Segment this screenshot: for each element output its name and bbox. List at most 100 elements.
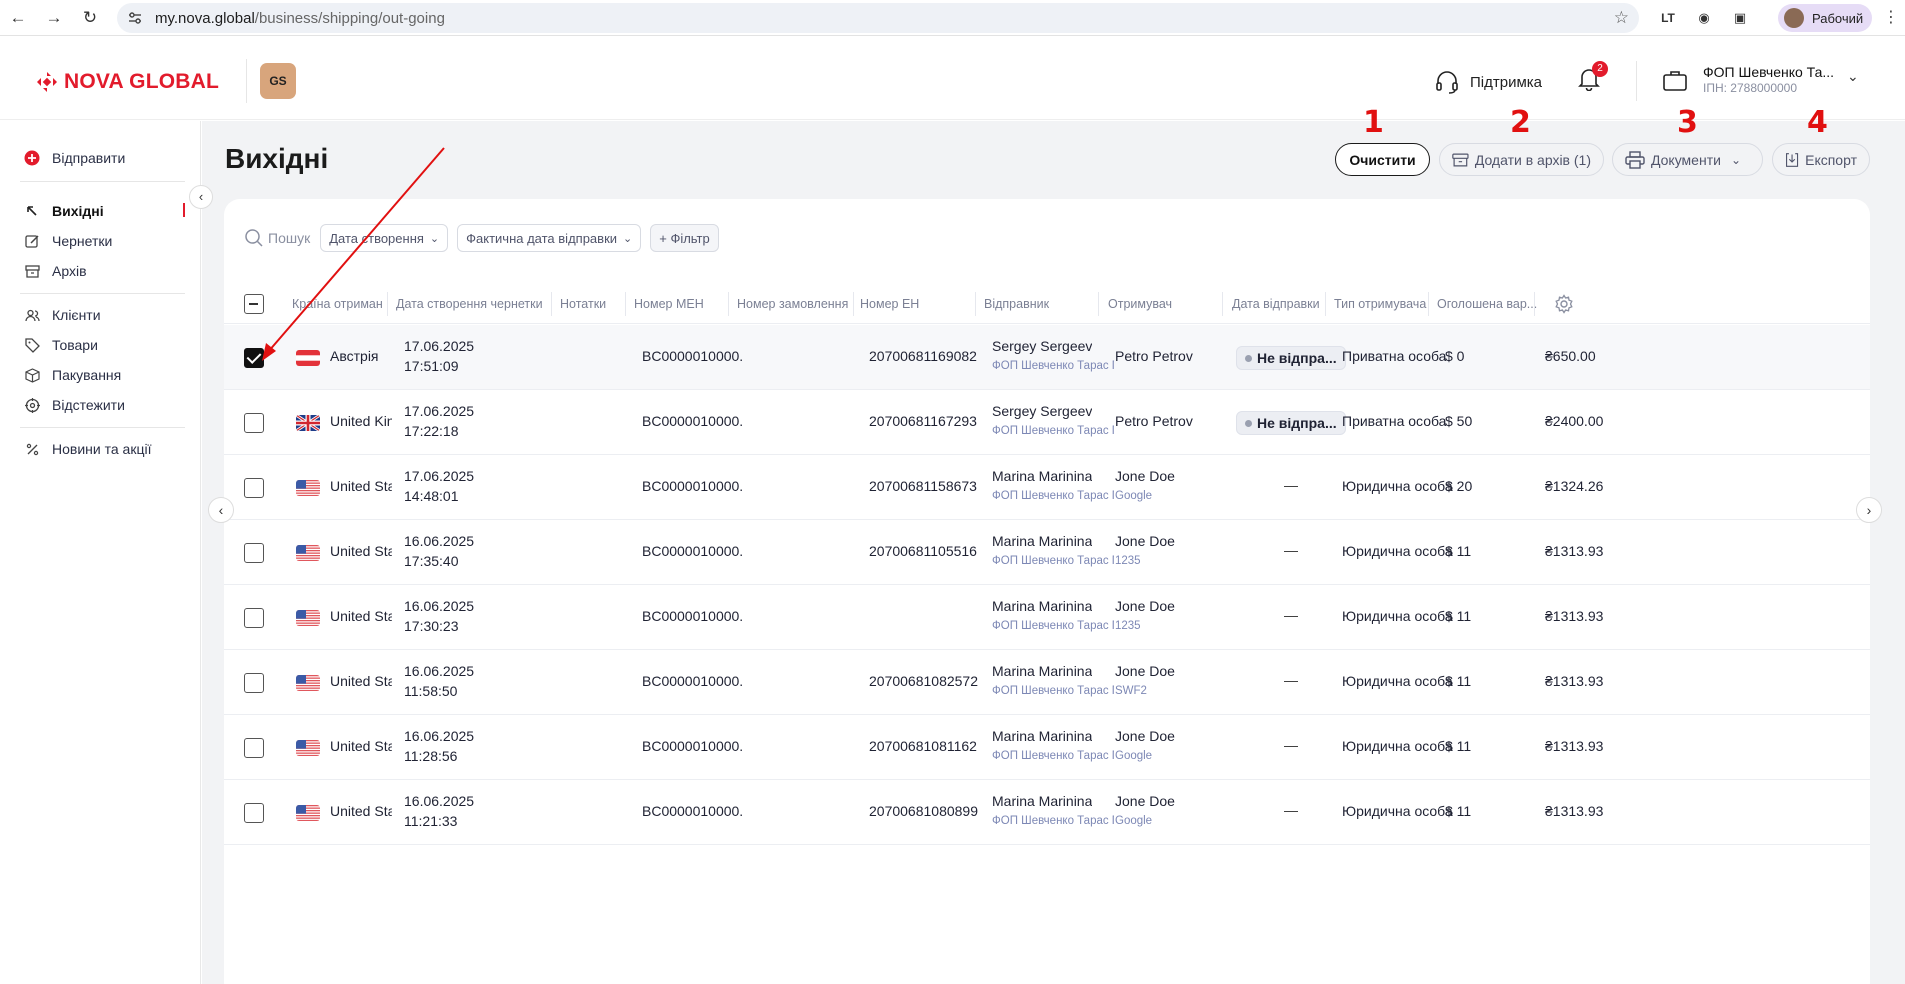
- sender-company-cell: ФОП Шевченко Тарас Г...: [992, 555, 1114, 567]
- site-settings-icon[interactable]: [127, 10, 143, 26]
- column-header[interactable]: Тип отримувача: [1334, 284, 1430, 324]
- browser-toolbar: ← → ↻ my.nova.global/business/shipping/o…: [0, 0, 1905, 36]
- table-row[interactable]: United Stat... 16.06.2025 11:28:56 BC000001…: [224, 715, 1870, 780]
- column-header[interactable]: Номер МЕН: [634, 284, 724, 324]
- column-header[interactable]: Нотатки: [560, 284, 620, 324]
- amount-cell: ₴1313.93: [1545, 673, 1604, 689]
- chevron-down-icon[interactable]: ⌄: [1847, 68, 1859, 85]
- clear-button[interactable]: Очистити: [1335, 143, 1430, 176]
- flag-us-icon: [296, 740, 320, 756]
- add-filter-button[interactable]: + Фільтр: [650, 224, 719, 252]
- en-number-cell[interactable]: 20700681080899: [869, 803, 978, 819]
- shipments-table-card: Пошук Дата створення ⌄ Фактична дата відп…: [224, 199, 1870, 984]
- sidebar-item-goods[interactable]: Товари: [24, 335, 98, 355]
- row-checkbox[interactable]: [244, 348, 264, 368]
- tag-icon: [24, 337, 40, 353]
- en-number-cell[interactable]: 20700681105516: [869, 543, 977, 559]
- en-number-cell[interactable]: 20700681081162: [869, 738, 977, 754]
- column-header[interactable]: Номер замовлення: [737, 284, 849, 324]
- star-icon[interactable]: ☆: [1614, 8, 1629, 28]
- export-button[interactable]: Експорт: [1772, 143, 1870, 176]
- column-header[interactable]: Країна отримання: [292, 284, 382, 324]
- camera-icon[interactable]: ◉: [1694, 8, 1714, 28]
- column-divider[interactable]: [1534, 292, 1535, 316]
- sidebar-item-clients[interactable]: Клієнти: [24, 305, 101, 325]
- support-button[interactable]: Підтримка: [1434, 69, 1542, 95]
- send-button[interactable]: Відправити: [24, 148, 125, 168]
- flag-gb-icon: [296, 415, 320, 431]
- sidebar-item-outgoing[interactable]: Вихідні: [24, 201, 104, 221]
- sender-name-cell: Marina Marinina: [992, 598, 1093, 614]
- logo-text: NOVA GLOBAL: [64, 70, 220, 93]
- row-checkbox[interactable]: [244, 413, 264, 433]
- column-divider[interactable]: [975, 292, 976, 316]
- sidebar-item-drafts[interactable]: Чернетки: [24, 231, 112, 251]
- en-number-cell[interactable]: 20700681158673: [869, 478, 977, 494]
- notifications-button[interactable]: 2: [1578, 61, 1608, 93]
- documents-button[interactable]: Документи ⌄: [1612, 143, 1763, 176]
- men-number-cell: BC0000010000...: [642, 348, 742, 364]
- recipient-name-cell: Jone Doe: [1115, 533, 1175, 549]
- column-header[interactable]: Відправник: [984, 284, 1094, 324]
- puzzle-icon[interactable]: ▣: [1730, 8, 1750, 28]
- row-checkbox[interactable]: [244, 543, 264, 563]
- forward-icon[interactable]: →: [42, 6, 66, 30]
- column-divider[interactable]: [1222, 292, 1223, 316]
- row-checkbox[interactable]: [244, 478, 264, 498]
- table-row[interactable]: Австрія 17.06.2025 17:51:09 BC0000010000...…: [224, 325, 1870, 390]
- column-divider[interactable]: [1098, 292, 1099, 316]
- en-number-cell[interactable]: 20700681167293: [869, 413, 977, 429]
- sidebar-item-packaging[interactable]: Пакування: [24, 365, 121, 385]
- table-row[interactable]: United Stat... 17.06.2025 14:48:01 BC000001…: [224, 455, 1870, 520]
- sender-name-cell: Sergey Sergeev: [992, 403, 1093, 419]
- chevron-right-icon: ›: [1866, 502, 1872, 518]
- en-number-cell[interactable]: 20700681169082: [869, 348, 977, 364]
- divider: [20, 427, 185, 428]
- search-input[interactable]: Пошук: [244, 228, 310, 248]
- column-header[interactable]: Дата створення чернетки: [396, 284, 546, 324]
- column-header[interactable]: Оголошена вар...: [1437, 284, 1545, 324]
- table-row[interactable]: United Stat... 16.06.2025 11:58:50 BC000001…: [224, 650, 1870, 715]
- table-row[interactable]: United Stat... 16.06.2025 17:35:40 BC000001…: [224, 520, 1870, 585]
- gear-icon[interactable]: [1554, 294, 1574, 314]
- column-divider[interactable]: [1428, 292, 1429, 316]
- column-divider[interactable]: [853, 292, 854, 316]
- menu-icon[interactable]: ⋮: [1883, 7, 1899, 27]
- sidebar-item-archive[interactable]: Архів: [24, 261, 87, 281]
- table-row[interactable]: United Stat... 16.06.2025 11:21:33 BC000001…: [224, 780, 1870, 845]
- column-header[interactable]: Отримувач: [1108, 284, 1218, 324]
- column-divider[interactable]: [625, 292, 626, 316]
- select-all-checkbox[interactable]: [244, 294, 264, 314]
- en-number-cell[interactable]: 20700681082572: [869, 673, 978, 689]
- column-divider[interactable]: [728, 292, 729, 316]
- column-divider[interactable]: [551, 292, 552, 316]
- declared-value-cell: $ 11: [1445, 608, 1472, 624]
- column-header[interactable]: Номер ЕН: [860, 284, 970, 324]
- sidebar-collapse-button[interactable]: ‹: [189, 185, 213, 209]
- row-checkbox[interactable]: [244, 608, 264, 628]
- row-checkbox[interactable]: [244, 738, 264, 758]
- row-checkbox[interactable]: [244, 803, 264, 823]
- add-to-archive-button[interactable]: Додати в архів (1): [1439, 143, 1604, 176]
- sidebar-item-track[interactable]: Відстежити: [24, 395, 125, 415]
- chevron-left-icon: ‹: [198, 189, 204, 204]
- actual-date-filter[interactable]: Фактична дата відправки ⌄: [457, 224, 642, 252]
- scroll-right-button[interactable]: ›: [1856, 497, 1882, 523]
- back-icon[interactable]: ←: [6, 6, 30, 30]
- created-date-filter[interactable]: Дата створення ⌄: [320, 224, 449, 252]
- table-row[interactable]: United Stat... 16.06.2025 17:30:23 BC000001…: [224, 585, 1870, 650]
- column-divider[interactable]: [1325, 292, 1326, 316]
- company-badge[interactable]: GS: [260, 63, 296, 99]
- column-divider[interactable]: [387, 292, 388, 316]
- column-header[interactable]: Дата відправки: [1232, 284, 1328, 324]
- sidebar-item-news[interactable]: Новини та акції: [24, 439, 151, 459]
- extension-icon[interactable]: LT: [1658, 8, 1678, 28]
- address-bar[interactable]: my.nova.global/business/shipping/out-goi…: [117, 3, 1639, 33]
- table-row[interactable]: United Kin... 17.06.2025 17:22:18 BC0000010…: [224, 390, 1870, 455]
- profile-button[interactable]: Рабочий: [1778, 4, 1872, 32]
- amount-cell: ₴1313.93: [1545, 543, 1604, 559]
- row-checkbox[interactable]: [244, 673, 264, 693]
- logo[interactable]: NOVA GLOBAL: [36, 70, 220, 93]
- reload-icon[interactable]: ↻: [78, 6, 102, 30]
- scroll-left-button[interactable]: ‹: [208, 497, 234, 523]
